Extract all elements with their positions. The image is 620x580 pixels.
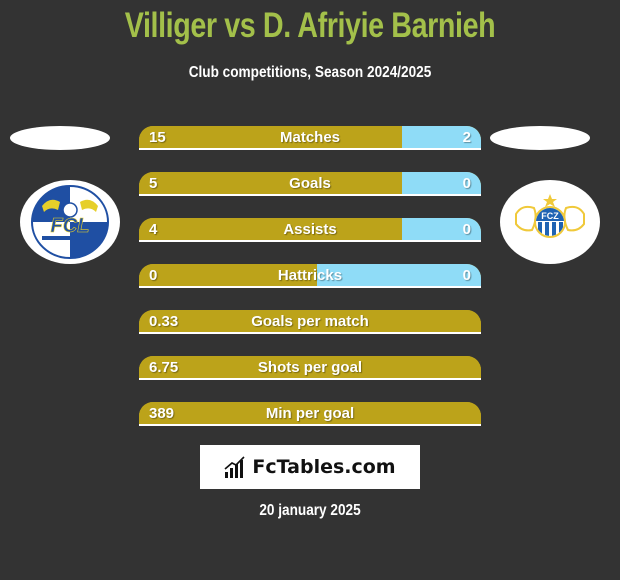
stat-row-min-per-goal: 389 Min per goal xyxy=(139,402,481,426)
stat-label: Min per goal xyxy=(265,405,355,422)
fc-luzern-logo[interactable]: FCL xyxy=(20,180,120,264)
stat-row-shots-per-goal: 6.75 Shots per goal xyxy=(139,356,481,380)
right-value: 0 xyxy=(462,267,471,284)
stat-label: Assists xyxy=(283,221,337,238)
stat-row-assists: 4 Assists 0 xyxy=(139,218,481,242)
fc-zurich-crest-icon: FCZ xyxy=(515,194,585,238)
svg-text:FCZ: FCZ xyxy=(541,211,559,221)
bar-chart-icon xyxy=(224,456,245,478)
right-value: 2 xyxy=(462,129,471,146)
stat-row-hattricks: 0 Hattricks 0 xyxy=(139,264,481,288)
right-value: 0 xyxy=(462,175,471,192)
brand-name: FcTables.com xyxy=(252,456,396,478)
svg-text:FCL: FCL xyxy=(51,215,90,237)
page-title: Villiger vs D. Afriyie Barnieh xyxy=(124,6,496,45)
stat-label: Goals per match xyxy=(251,313,369,330)
stat-row-goals-per-match: 0.33 Goals per match xyxy=(139,310,481,334)
stat-label: Matches xyxy=(279,129,341,146)
fc-luzern-crest-icon: FCL xyxy=(31,185,109,259)
date-label: 20 january 2025 xyxy=(259,502,361,519)
stat-label: Shots per goal xyxy=(257,359,363,376)
fc-zurich-logo[interactable]: FCZ xyxy=(500,180,600,264)
page-subtitle: Club competitions, Season 2024/2025 xyxy=(188,64,432,81)
stat-row-goals: 5 Goals 0 xyxy=(139,172,481,196)
stat-label: Hattricks xyxy=(277,267,343,284)
right-value: 0 xyxy=(462,221,471,238)
left-player-badge xyxy=(10,126,110,150)
stat-row-matches: 15 Matches 2 xyxy=(139,126,481,150)
stat-label: Goals xyxy=(289,175,331,192)
fctables-brand-link[interactable]: FcTables.com xyxy=(200,445,420,489)
right-player-badge xyxy=(490,126,590,150)
